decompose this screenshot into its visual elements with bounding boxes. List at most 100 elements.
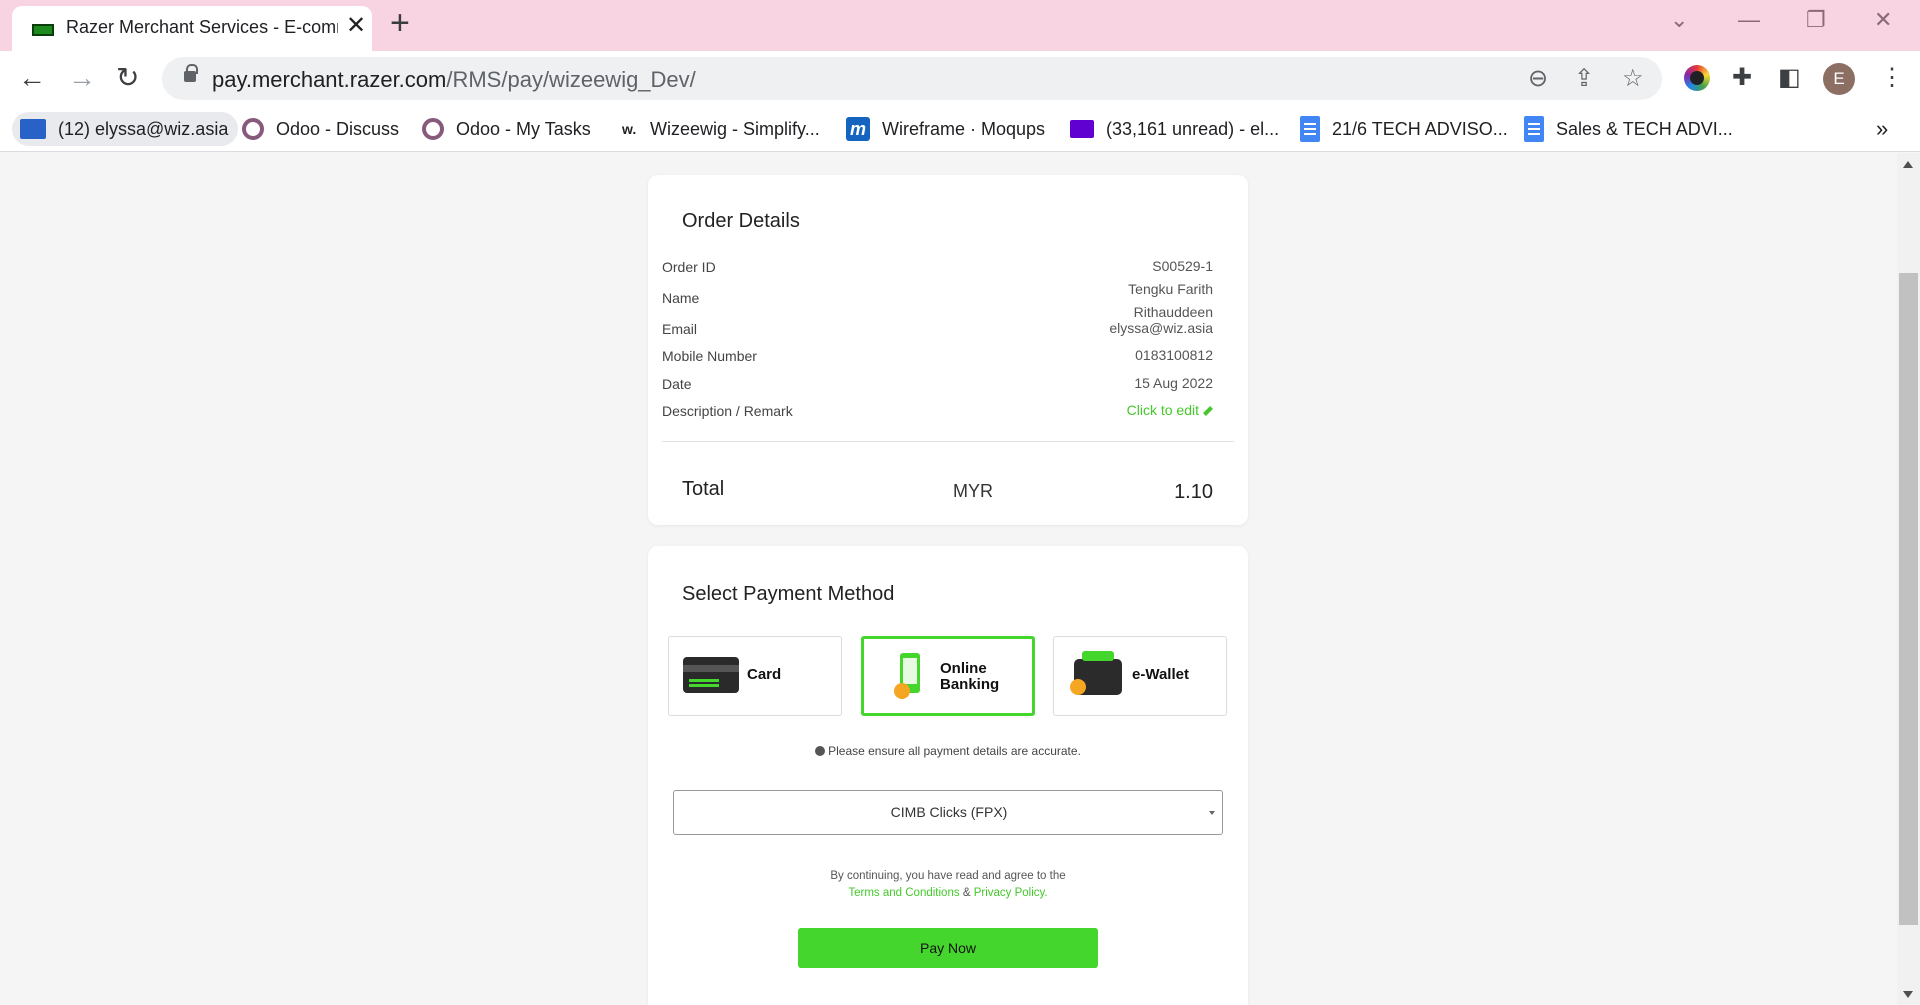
method-online-banking-label: Online Banking	[940, 661, 999, 693]
back-icon[interactable]: ←	[18, 63, 46, 93]
method-card-label: Card	[747, 666, 782, 683]
bookmark-label: Wireframe · Moqups	[882, 118, 1046, 139]
date-value: 15 Aug 2022	[1134, 375, 1213, 391]
url-text[interactable]: pay.merchant.razer.com/RMS/pay/wizeewig_…	[212, 67, 696, 93]
date-label: Date	[662, 376, 692, 392]
page-viewport: Order Details Order ID S00529-1 Name Ten…	[0, 153, 1897, 1005]
bookmarks-bar: (12) elyssa@wiz.asia Odoo - Discuss Odoo…	[0, 106, 1920, 152]
bookmark-yahoo-mail[interactable]: (33,161 unread) - el...	[1070, 112, 1279, 146]
tab-title: Razer Merchant Services - E-commerce	[66, 17, 338, 37]
name-label: Name	[662, 290, 700, 306]
odoo-icon	[242, 118, 264, 140]
share-icon[interactable]: ⇪	[1574, 66, 1594, 92]
bookmark-odoo-tasks[interactable]: Odoo - My Tasks	[422, 112, 591, 146]
minimize-icon[interactable]: —	[1738, 8, 1760, 32]
pay-now-button[interactable]: Pay Now	[798, 928, 1098, 968]
order-id-value: S00529-1	[1152, 258, 1213, 274]
tab-close-icon[interactable]: ✕	[346, 14, 366, 38]
browser-titlebar: Razer Merchant Services - E-commerce ✕ +…	[0, 0, 1920, 51]
order-details-card: Order Details Order ID S00529-1 Name Ten…	[648, 175, 1248, 525]
browser-tab[interactable]: Razer Merchant Services - E-commerce ✕	[12, 6, 372, 51]
online-banking-line-2: Banking	[940, 676, 1000, 693]
bookmark-odoo-discuss[interactable]: Odoo - Discuss	[242, 112, 399, 146]
payment-method-title: Select Payment Method	[682, 583, 895, 605]
more-bookmarks-icon[interactable]: »	[1876, 116, 1888, 142]
bookmark-label: (12) elyssa@wiz.asia	[58, 118, 229, 139]
method-online-banking-button[interactable]: Online Banking	[861, 636, 1035, 716]
mobile-value: 0183100812	[1135, 347, 1213, 363]
scroll-down-icon[interactable]	[1903, 991, 1913, 998]
color-picker-extension-icon[interactable]	[1684, 65, 1710, 91]
order-id-label: Order ID	[662, 259, 716, 275]
new-tab-button[interactable]: +	[390, 6, 410, 40]
email-value: elyssa@wiz.asia	[1109, 320, 1213, 336]
coin-icon	[1070, 679, 1086, 695]
bookmark-sales-tech[interactable]: Sales & TECH ADVI...	[1524, 112, 1733, 146]
online-banking-line-1: Online	[940, 660, 987, 677]
reload-icon[interactable]: ↻	[116, 63, 139, 93]
bookmark-label: Sales & TECH ADVI...	[1556, 118, 1733, 139]
mobile-label: Mobile Number	[662, 348, 757, 364]
bookmark-tech-advisory[interactable]: 21/6 TECH ADVISO...	[1300, 112, 1508, 146]
razer-favicon-icon	[32, 24, 54, 36]
bank-select-value: CIMB Clicks (FPX)	[890, 804, 1008, 820]
tab-search-icon[interactable]: ⌄	[1670, 8, 1688, 32]
restore-icon[interactable]: ❐	[1806, 8, 1826, 32]
scrollbar-thumb[interactable]	[1899, 273, 1918, 925]
extensions-puzzle-icon[interactable]: ✚	[1732, 64, 1752, 92]
email-label: Email	[662, 321, 698, 337]
bookmark-label: Odoo - Discuss	[276, 118, 400, 139]
odoo-icon	[422, 118, 444, 140]
more-menu-icon[interactable]: ⋮	[1880, 64, 1904, 92]
bookmark-moqups[interactable]: m Wireframe · Moqups	[846, 112, 1045, 146]
pencil-icon	[1203, 406, 1213, 417]
credit-card-icon	[683, 657, 739, 693]
terms-notice: By continuing, you have read and agree t…	[648, 868, 1248, 902]
bookmark-label: 21/6 TECH ADVISO...	[1332, 118, 1508, 139]
name-line-1: Tengku Farith	[1128, 281, 1213, 297]
zoom-icon[interactable]: ⊖	[1528, 66, 1548, 92]
payment-method-card: Select Payment Method Card Online Bankin…	[648, 546, 1248, 1005]
yahoo-mail-icon	[1070, 120, 1094, 138]
payment-notice: Please ensure all payment details are ac…	[648, 744, 1248, 758]
side-panel-icon[interactable]: ◧	[1778, 64, 1801, 92]
order-details-title: Order Details	[682, 210, 800, 232]
mail-icon	[20, 119, 46, 139]
method-card-button[interactable]: Card	[668, 636, 842, 716]
terms-link[interactable]: Terms and Conditions	[848, 887, 959, 899]
page-scrollbar[interactable]	[1897, 153, 1920, 1005]
remark-label: Description / Remark	[662, 403, 793, 419]
lock-icon[interactable]	[184, 64, 198, 82]
google-docs-icon	[1524, 116, 1544, 142]
bookmark-label: (33,161 unread) - el...	[1106, 118, 1280, 139]
bookmark-label: Odoo - My Tasks	[456, 118, 591, 139]
chevron-down-icon	[1209, 811, 1215, 815]
forward-icon[interactable]: →	[68, 63, 96, 93]
click-to-edit-text: Click to edit	[1126, 402, 1199, 418]
moqups-icon: m	[846, 117, 870, 141]
google-docs-icon	[1300, 116, 1320, 142]
scroll-up-icon[interactable]	[1903, 161, 1913, 168]
total-currency: MYR	[953, 481, 993, 501]
total-label: Total	[682, 478, 725, 500]
terms-ampersand: &	[962, 887, 971, 899]
bookmark-wizeewig[interactable]: w. Wizeewig - Simplify...	[622, 112, 820, 146]
bank-select[interactable]: CIMB Clicks (FPX)	[673, 790, 1223, 835]
privacy-link[interactable]: Privacy Policy.	[974, 887, 1048, 899]
terms-prefix: By continuing, you have read and agree t…	[830, 870, 1066, 882]
bookmark-star-icon[interactable]: ☆	[1622, 66, 1644, 92]
method-ewallet-button[interactable]: e-Wallet	[1053, 636, 1227, 716]
bookmark-label: Wizeewig - Simplify...	[650, 118, 820, 139]
bookmark-gmail[interactable]: (12) elyssa@wiz.asia	[12, 112, 239, 146]
total-amount: 1.10	[1174, 481, 1213, 503]
close-window-icon[interactable]: ✕	[1874, 8, 1892, 32]
address-bar[interactable]: pay.merchant.razer.com/RMS/pay/wizeewig_…	[162, 57, 1662, 100]
profile-avatar[interactable]: E	[1823, 63, 1855, 95]
method-ewallet-label: e-Wallet	[1132, 666, 1189, 683]
notice-text: Please ensure all payment details are ac…	[828, 744, 1081, 758]
info-icon	[815, 746, 826, 756]
wizeewig-icon: w.	[622, 121, 637, 137]
click-to-edit-link[interactable]: Click to edit	[1127, 399, 1213, 422]
divider	[662, 441, 1234, 442]
browser-toolbar: ← → ↻ pay.merchant.razer.com/RMS/pay/wiz…	[0, 51, 1920, 106]
